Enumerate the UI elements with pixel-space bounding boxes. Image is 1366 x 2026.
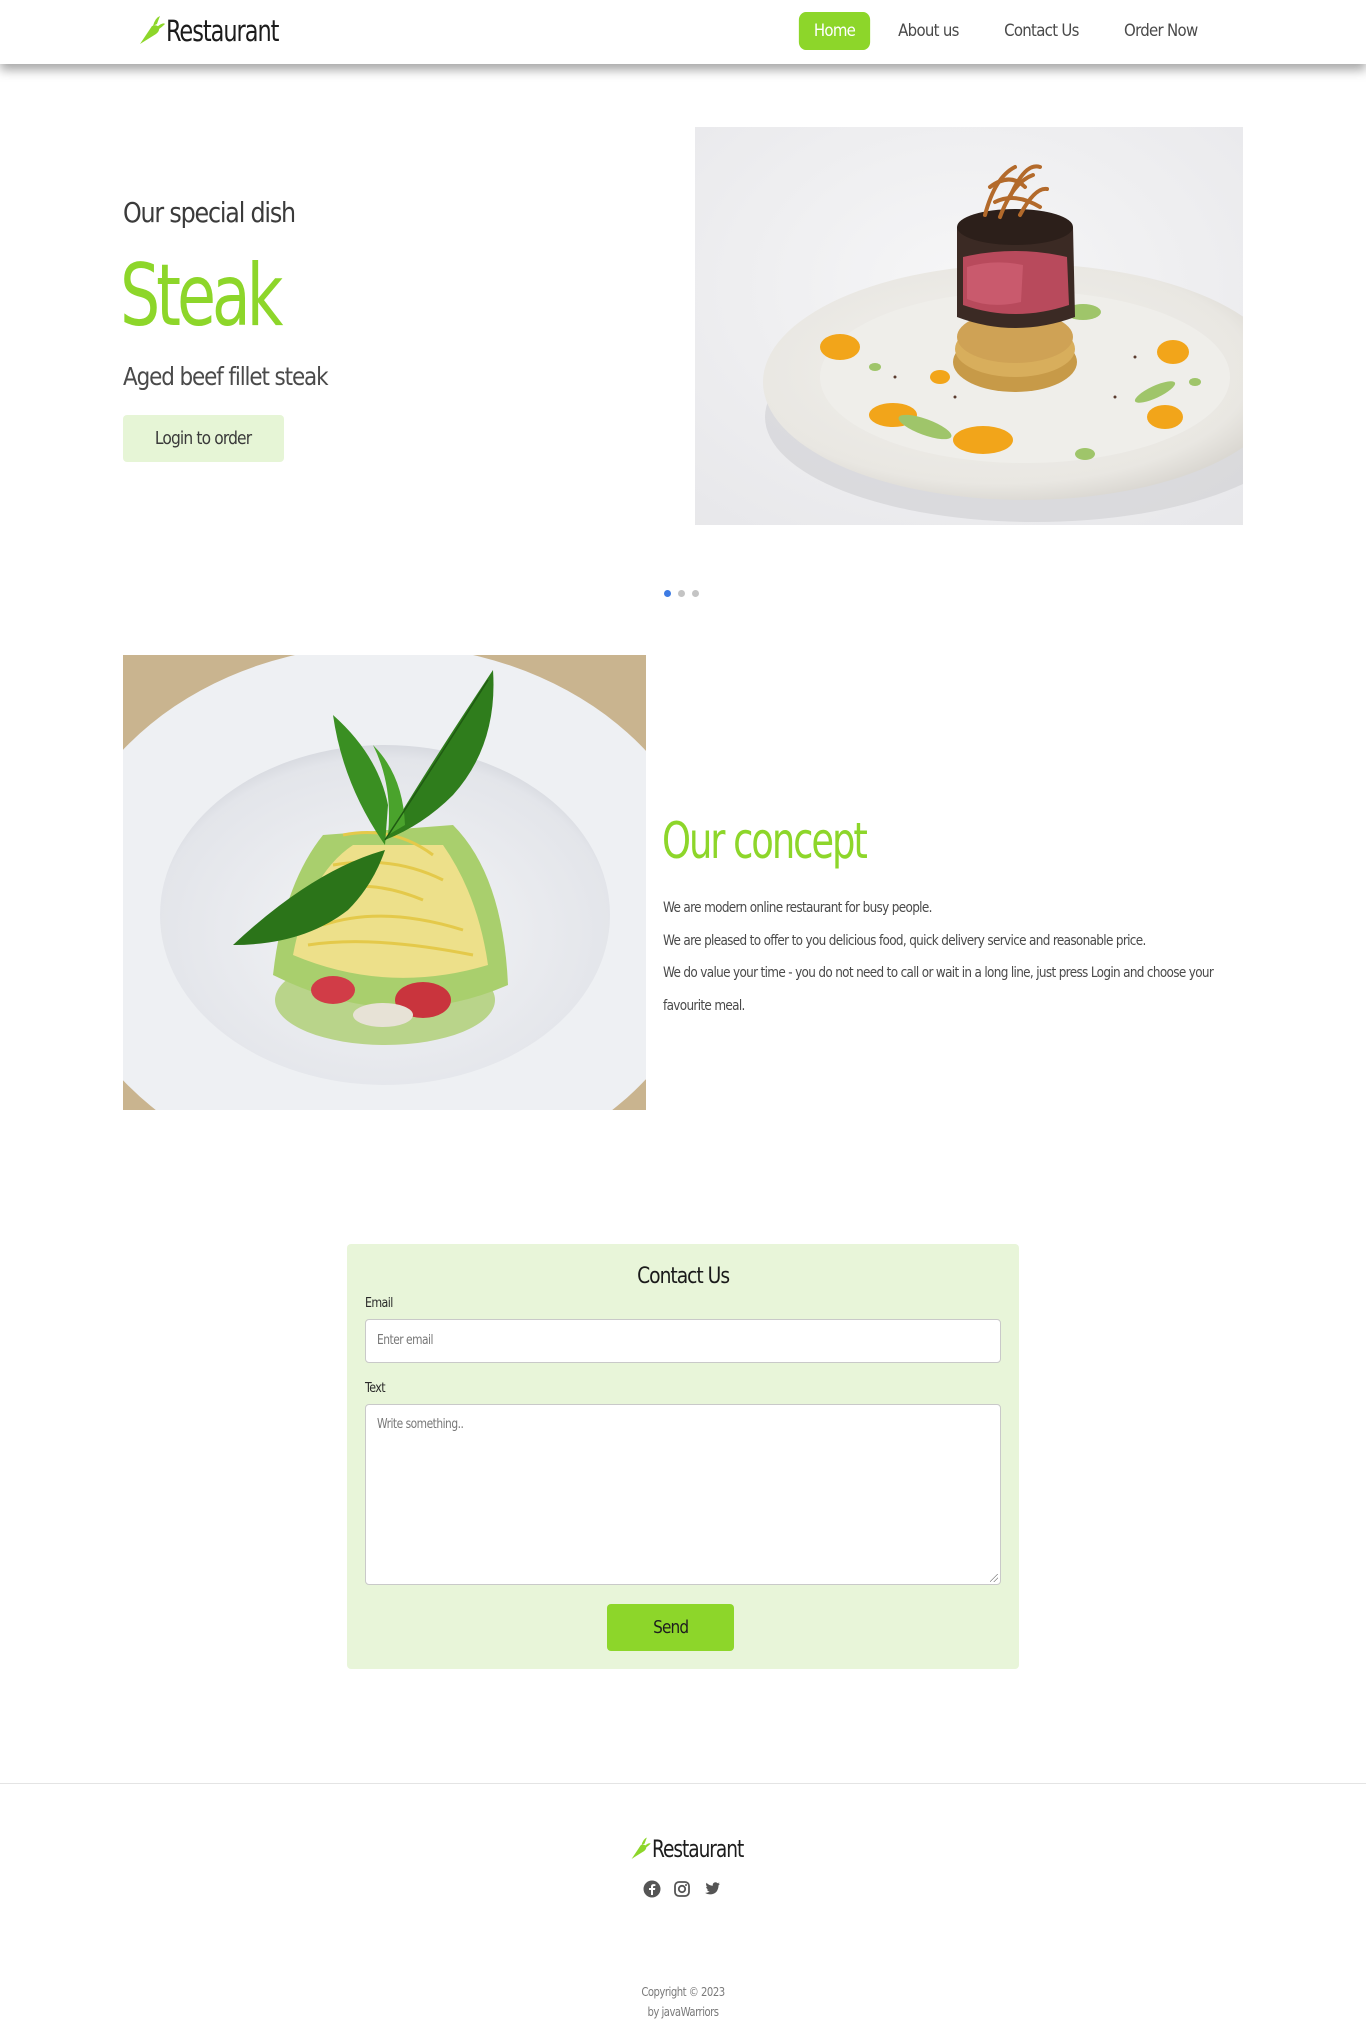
concept-paragraph: We are pleased to offer to you delicious…	[663, 932, 1146, 949]
concept-title: Our concept	[662, 812, 868, 870]
nav-about-us[interactable]: About us	[883, 12, 974, 50]
footer-divider	[0, 1783, 1366, 1784]
message-textarea[interactable]: Write something..	[365, 1404, 1001, 1585]
concept-text: We are modern online restaurant for busy…	[663, 892, 1243, 1022]
salad-dish-image	[123, 655, 646, 1110]
resize-handle-icon[interactable]	[990, 1574, 998, 1582]
brand-name: Restaurant	[166, 14, 279, 48]
carrot-icon	[140, 16, 165, 44]
main-nav: Home About us Contact Us Order Now	[794, 12, 1220, 50]
nav-contact-us[interactable]: Contact Us	[989, 12, 1094, 50]
copyright: Copyright © 2023 by javaWarriors	[0, 1982, 1366, 2022]
copyright-text: Copyright © 2023	[641, 1985, 725, 1999]
brand-logo[interactable]: Restaurant	[136, 14, 297, 48]
hero-title: Steak	[120, 246, 283, 346]
contact-title: Contact Us	[347, 1264, 1019, 1289]
footer-brand-name: Restaurant	[652, 1835, 744, 1863]
carousel-dot-2[interactable]	[678, 590, 685, 597]
concept-paragraph: favourite meal.	[663, 997, 745, 1014]
carrot-icon	[631, 1837, 651, 1859]
email-placeholder: Enter email	[377, 1333, 433, 1348]
login-to-order-button[interactable]: Login to order	[123, 415, 284, 462]
email-field[interactable]: Enter email	[365, 1319, 1001, 1363]
send-button[interactable]: Send	[607, 1604, 734, 1651]
nav-home[interactable]: Home	[798, 12, 870, 50]
contact-title-text: Contact Us	[637, 1264, 730, 1289]
concept-paragraph: We do value your time - you do not need …	[663, 965, 1214, 981]
text-placeholder: Write something..	[377, 1417, 464, 1432]
nav-order-now[interactable]: Order Now	[1110, 12, 1213, 50]
twitter-icon[interactable]	[703, 1880, 721, 1898]
hero-subtitle: Our special dish	[123, 196, 296, 229]
facebook-icon[interactable]	[643, 1880, 661, 1898]
carousel-dot-3[interactable]	[692, 590, 699, 597]
author-text: by javaWarriors	[647, 2005, 719, 2019]
concept-paragraph: We are modern online restaurant for busy…	[663, 900, 932, 916]
carousel-dot-1[interactable]	[664, 590, 671, 597]
carousel-indicators	[664, 590, 699, 597]
hero-description: Aged beef fillet steak	[123, 362, 329, 391]
send-label: Send	[652, 1617, 689, 1638]
instagram-icon[interactable]	[673, 1880, 691, 1898]
social-links	[643, 1880, 721, 1898]
email-label: Email	[365, 1296, 393, 1311]
contact-form: Contact Us Email Enter email Text Write …	[347, 1244, 1019, 1669]
text-label: Text	[365, 1381, 386, 1396]
steak-dish-image	[695, 127, 1243, 525]
navbar: Restaurant Home About us Contact Us Orde…	[0, 0, 1366, 64]
footer-brand-logo[interactable]: Restaurant	[628, 1835, 758, 1863]
login-to-order-label: Login to order	[155, 428, 252, 449]
